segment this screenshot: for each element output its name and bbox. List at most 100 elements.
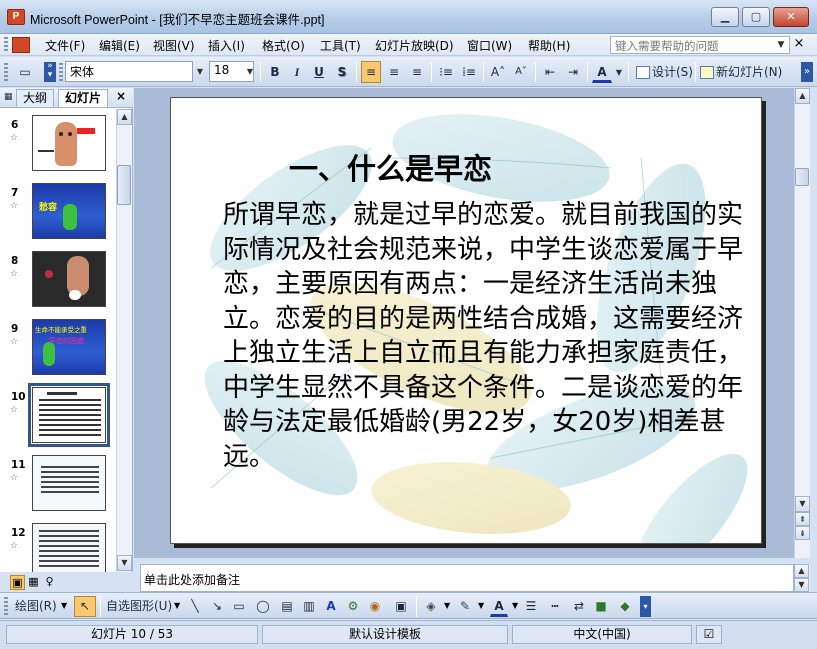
chevron-down-icon[interactable]: ▼ <box>613 63 625 82</box>
align-right-button[interactable]: ≡ <box>407 61 427 83</box>
chevron-down-icon[interactable]: ▼ <box>444 601 450 610</box>
draw-menu-button[interactable]: 绘图(R) <box>14 596 58 617</box>
normal-view-icon[interactable]: ▣ <box>10 575 25 590</box>
font-name-combo[interactable]: 宋体 <box>65 61 193 82</box>
chevron-down-icon[interactable]: ▼ <box>174 601 180 610</box>
slide-thumbnail-11[interactable]: 11 ☆ <box>0 455 116 520</box>
new-file-icon[interactable]: ▭ <box>14 61 36 83</box>
toolbar-options-icon[interactable]: » ▾ <box>44 62 56 82</box>
toolbar-grip-handle[interactable] <box>4 597 8 616</box>
scroll-thumb[interactable] <box>117 165 131 205</box>
picture-icon[interactable]: ▣ <box>392 596 410 617</box>
slide-body-text[interactable]: 所谓早恋，就是过早的恋爱。就目前我国的实际情况及社会规范来说，中学生谈恋爱属于早… <box>223 198 761 474</box>
scroll-thumb[interactable] <box>795 168 809 186</box>
chevron-down-icon[interactable]: ▼ <box>478 601 484 610</box>
close-pane-button[interactable]: × <box>114 89 128 105</box>
diagram-icon[interactable]: ⚙ <box>344 596 362 617</box>
slideshow-view-icon[interactable]: ♀ <box>42 575 57 590</box>
arrow-tool-icon[interactable]: ↘ <box>208 596 226 617</box>
textbox-tool-icon[interactable]: ▤ <box>278 596 296 617</box>
menu-file[interactable]: 文件(F) <box>45 37 85 54</box>
chevron-down-icon[interactable]: ▼ <box>194 62 206 81</box>
outline-icon[interactable]: ▦ <box>4 92 14 104</box>
scroll-down-arrow[interactable]: ▼ <box>794 578 809 592</box>
bold-button[interactable]: B <box>265 61 285 83</box>
toolbar-grip-handle[interactable] <box>4 63 8 82</box>
font-color-button[interactable]: A <box>592 61 612 83</box>
slide-scrollbar[interactable]: ▲ ▼ ⇞ ⇟ <box>794 88 810 558</box>
toolbar-overflow-button[interactable]: » <box>801 62 813 82</box>
rectangle-tool-icon[interactable]: ▭ <box>230 596 248 617</box>
menu-view[interactable]: 视图(V) <box>153 37 195 54</box>
menu-format[interactable]: 格式(O) <box>262 37 305 54</box>
maximize-button[interactable]: ▢ <box>742 7 770 27</box>
design-icon[interactable] <box>636 66 650 79</box>
menu-tools[interactable]: 工具(T) <box>320 37 361 54</box>
new-slide-button[interactable]: 新幻灯片(N) <box>715 61 783 83</box>
align-left-button[interactable]: ≡ <box>361 61 381 83</box>
document-icon[interactable] <box>12 37 30 53</box>
notes-pane[interactable]: 单击此处添加备注 <box>140 564 794 592</box>
menu-edit[interactable]: 编辑(E) <box>99 37 140 54</box>
chevron-down-icon[interactable]: ▼ <box>61 601 67 610</box>
menu-grip-handle[interactable] <box>4 37 8 53</box>
toolbar-options-icon[interactable]: ▾ <box>640 596 651 617</box>
chevron-down-icon[interactable]: ▼ <box>774 37 788 53</box>
font-color-icon[interactable]: A <box>490 596 508 617</box>
slides-pane-scrollbar[interactable]: ▲ ▼ <box>116 109 132 572</box>
next-slide-button[interactable]: ⇟ <box>795 526 810 540</box>
menu-slideshow[interactable]: 幻灯片放映(D) <box>375 37 454 54</box>
minimize-button[interactable]: ▁ <box>711 7 739 27</box>
shadow-button[interactable]: S <box>332 61 352 83</box>
scroll-down-arrow[interactable]: ▼ <box>117 555 132 571</box>
decrease-indent-button[interactable]: ⇤ <box>540 61 560 83</box>
scroll-up-arrow[interactable]: ▲ <box>794 564 809 578</box>
oval-tool-icon[interactable]: ◯ <box>254 596 272 617</box>
help-search-input[interactable]: 键入需要帮助的问题 <box>610 36 790 54</box>
notes-placeholder[interactable]: 单击此处添加备注 <box>144 571 240 588</box>
select-pointer-icon[interactable]: ↖ <box>74 596 96 617</box>
slide-thumbnail-8[interactable]: 8 ☆ <box>0 251 116 316</box>
slide-canvas[interactable]: 一、什么是早恋 所谓早恋，就是过早的恋爱。就目前我国的实际情况及社会规范来说，中… <box>170 97 762 544</box>
chevron-down-icon[interactable]: ▼ <box>244 62 256 81</box>
wordart-icon[interactable]: A <box>322 596 340 617</box>
italic-button[interactable]: I <box>287 61 307 83</box>
slide-thumbnail-6[interactable]: 6 ☆ <box>0 115 116 180</box>
center-button[interactable]: ≡ <box>384 61 404 83</box>
design-template-name[interactable]: 默认设计模板 <box>262 625 508 644</box>
clipart-icon[interactable]: ◉ <box>366 596 384 617</box>
previous-slide-button[interactable]: ⇞ <box>795 512 810 526</box>
scroll-down-arrow[interactable]: ▼ <box>795 496 810 512</box>
autoshapes-button[interactable]: 自选图形(U) <box>105 596 173 617</box>
toolbar-grip-handle-2[interactable] <box>59 63 63 82</box>
3d-style-icon[interactable]: ◆ <box>616 596 634 617</box>
bullets-button[interactable]: ⁞≡ <box>459 61 479 83</box>
line-color-icon[interactable]: ✎ <box>456 596 474 617</box>
underline-button[interactable]: U <box>309 61 329 83</box>
design-button[interactable]: 设计(S) <box>651 61 694 83</box>
slide-thumbnail-7[interactable]: 7 ☆ 愁容 <box>0 183 116 248</box>
close-document-button[interactable]: × <box>792 36 806 54</box>
tab-slides[interactable]: 幻灯片 <box>58 89 109 107</box>
slide-title[interactable]: 一、什么是早恋 <box>289 146 492 188</box>
grow-font-button[interactable]: A˄ <box>488 61 508 83</box>
menu-help[interactable]: 帮助(H) <box>528 37 570 54</box>
arrow-style-icon[interactable]: ⇄ <box>570 596 588 617</box>
menu-window[interactable]: 窗口(W) <box>467 37 512 54</box>
slide-thumbnail-12[interactable]: 12 ☆ <box>0 523 116 572</box>
line-tool-icon[interactable]: ╲ <box>186 596 204 617</box>
line-style-icon[interactable]: ☰ <box>522 596 540 617</box>
numbering-button[interactable]: ⁝≡ <box>436 61 456 83</box>
scroll-up-arrow[interactable]: ▲ <box>117 109 132 125</box>
menu-insert[interactable]: 插入(I) <box>208 37 245 54</box>
shadow-style-icon[interactable]: ■ <box>592 596 610 617</box>
close-button[interactable]: ✕ <box>773 7 809 27</box>
notes-scrollbar[interactable]: ▲ ▼ <box>794 564 810 592</box>
chevron-down-icon[interactable]: ▼ <box>512 601 518 610</box>
slide-thumbnail-9[interactable]: 9 ☆ 生命不能承受之重 早恋的困惑 <box>0 319 116 384</box>
new-slide-icon[interactable] <box>700 66 714 79</box>
fill-color-icon[interactable]: ◈ <box>422 596 440 617</box>
slide-thumbnail-10[interactable]: 10 ☆ <box>0 383 116 452</box>
powerpoint-app-icon[interactable]: P <box>7 9 25 25</box>
language-indicator[interactable]: 中文(中国) <box>512 625 692 644</box>
